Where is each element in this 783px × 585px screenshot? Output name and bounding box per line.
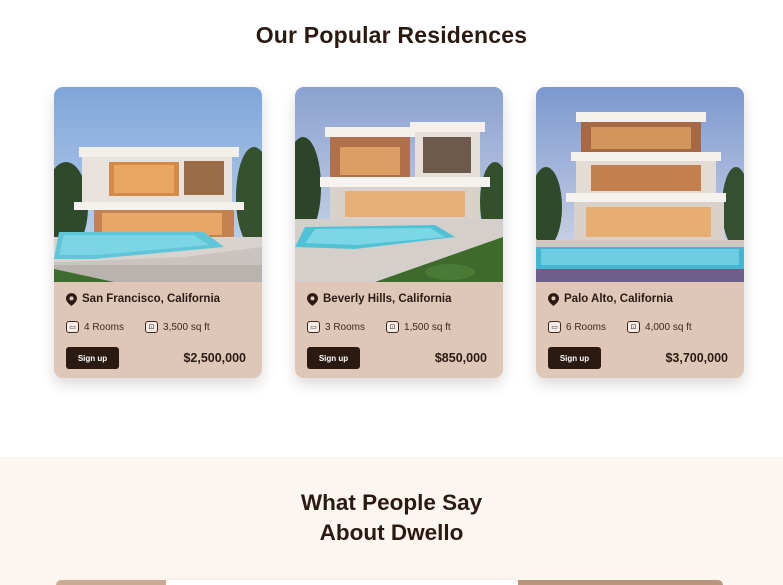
- residence-card[interactable]: Beverly Hills, California ▭ 3 Rooms ⊡ 1,…: [295, 87, 503, 378]
- area-info: ⊡ 1,500 sq ft: [386, 321, 451, 333]
- house-photo: [54, 87, 262, 282]
- area-text: 1,500 sq ft: [404, 321, 451, 333]
- meta-row: ▭ 6 Rooms ⊡ 4,000 sq ft: [548, 320, 733, 334]
- meta-row: ▭ 3 Rooms ⊡ 1,500 sq ft: [307, 320, 492, 334]
- location-pin-icon: [307, 292, 318, 306]
- rooms-text: 3 Rooms: [325, 321, 366, 333]
- testimonial-cards-peek: [56, 580, 723, 585]
- rooms-info: ▭ 6 Rooms: [548, 321, 606, 333]
- testimonials-title: What People Say About Dwello: [0, 488, 783, 548]
- action-row: Sign up $3,700,000: [548, 347, 733, 369]
- location-pin-icon: [66, 292, 77, 306]
- rooms-text: 4 Rooms: [84, 321, 125, 333]
- house-photo: [536, 87, 744, 282]
- area-icon: ⊡: [627, 321, 641, 333]
- location-text: San Francisco, California: [82, 293, 221, 305]
- area-info: ⊡ 4,000 sq ft: [627, 321, 692, 333]
- testimonial-image-left: [56, 580, 166, 585]
- residence-cards: San Francisco, California ▭ 4 Rooms ⊡ 3,…: [54, 87, 744, 378]
- testimonials-title-line1: What People Say: [300, 490, 483, 515]
- price: $3,700,000: [665, 351, 728, 365]
- sign-up-button[interactable]: Sign up: [66, 347, 119, 369]
- meta-row: ▭ 4 Rooms ⊡ 3,500 sq ft: [66, 320, 251, 334]
- bed-icon: ▭: [548, 321, 561, 333]
- sign-up-button[interactable]: Sign up: [307, 347, 360, 369]
- area-text: 4,000 sq ft: [645, 321, 692, 333]
- area-text: 3,500 sq ft: [163, 321, 210, 333]
- location-row: San Francisco, California: [66, 291, 251, 307]
- area-info: ⊡ 3,500 sq ft: [145, 321, 210, 333]
- residence-card[interactable]: San Francisco, California ▭ 4 Rooms ⊡ 3,…: [54, 87, 262, 378]
- location-text: Beverly Hills, California: [323, 293, 452, 305]
- testimonial-card: [166, 580, 518, 585]
- house-photo: [295, 87, 503, 282]
- bed-icon: ▭: [66, 321, 79, 333]
- location-row: Palo Alto, California: [548, 291, 733, 307]
- location-pin-icon: [548, 292, 559, 306]
- popular-residences-title: Our Popular Residences: [255, 22, 528, 48]
- bed-icon: ▭: [307, 321, 320, 333]
- rooms-info: ▭ 3 Rooms: [307, 321, 365, 333]
- testimonials-title-line2: About Dwello: [319, 520, 464, 545]
- card-body: Beverly Hills, California ▭ 3 Rooms ⊡ 1,…: [295, 282, 503, 369]
- location-row: Beverly Hills, California: [307, 291, 492, 307]
- action-row: Sign up $850,000: [307, 347, 492, 369]
- location-text: Palo Alto, California: [564, 293, 673, 305]
- area-icon: ⊡: [145, 321, 159, 333]
- action-row: Sign up $2,500,000: [66, 347, 251, 369]
- price: $850,000: [434, 351, 487, 365]
- testimonial-image-right: [518, 580, 723, 585]
- card-body: San Francisco, California ▭ 4 Rooms ⊡ 3,…: [54, 282, 262, 369]
- price: $2,500,000: [183, 351, 246, 365]
- rooms-text: 6 Rooms: [566, 321, 607, 333]
- rooms-info: ▭ 4 Rooms: [66, 321, 124, 333]
- card-body: Palo Alto, California ▭ 6 Rooms ⊡ 4,000 …: [536, 282, 744, 369]
- residence-card[interactable]: Palo Alto, California ▭ 6 Rooms ⊡ 4,000 …: [536, 87, 744, 378]
- sign-up-button[interactable]: Sign up: [548, 347, 601, 369]
- area-icon: ⊡: [386, 321, 400, 333]
